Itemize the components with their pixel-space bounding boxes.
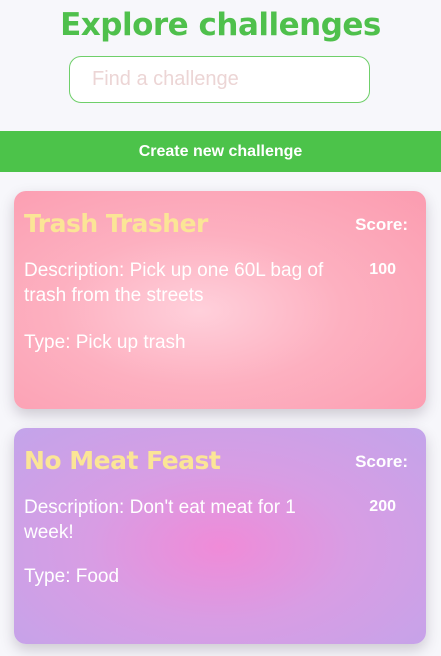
challenge-card-trash-trasher[interactable]: Trash Trasher Description: Pick up one 6… [14, 191, 426, 409]
challenge-description: Description: Pick up one 60L bag of tras… [24, 260, 324, 306]
challenge-type: Type: Pick up trash [24, 332, 186, 353]
search-container [69, 56, 370, 103]
page-title: Explore challenges [60, 7, 381, 43]
challenge-card-no-meat-feast[interactable]: No Meat Feast Description: Don't eat mea… [14, 428, 426, 644]
score-label: Score: [355, 215, 408, 234]
create-challenge-button[interactable]: Create new challenge [0, 131, 441, 172]
score-value: 100 [369, 261, 396, 278]
page: Explore challenges Create new challenge … [0, 0, 441, 656]
challenge-description: Description: Don't eat meat for 1 week! [24, 497, 296, 543]
challenge-title: Trash Trasher [24, 209, 208, 238]
score-label: Score: [355, 452, 408, 471]
score-value: 200 [369, 498, 396, 515]
search-input[interactable] [69, 56, 370, 103]
challenge-title: No Meat Feast [24, 446, 221, 475]
challenge-type: Type: Food [24, 566, 120, 587]
